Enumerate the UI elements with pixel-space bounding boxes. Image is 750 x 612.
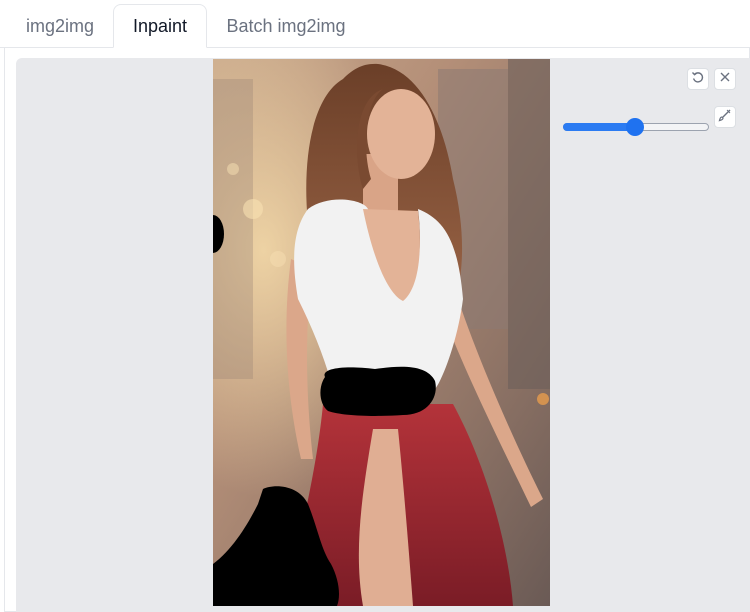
tab-batch-img2img[interactable]: Batch img2img: [214, 4, 358, 48]
slider-thumb[interactable]: [626, 118, 644, 136]
brush-size-slider[interactable]: [563, 118, 709, 136]
brush-button[interactable]: [714, 106, 736, 128]
slider-fill: [563, 123, 635, 131]
tab-img2img[interactable]: img2img: [12, 4, 108, 48]
tab-bar: img2img Inpaint Batch img2img: [0, 0, 750, 48]
brush-icon: [718, 108, 732, 127]
close-icon: [718, 70, 732, 89]
undo-icon: [691, 70, 705, 89]
tab-inpaint[interactable]: Inpaint: [113, 4, 207, 48]
undo-button[interactable]: [687, 68, 709, 90]
inpaint-image[interactable]: [213, 59, 550, 606]
clear-button[interactable]: [714, 68, 736, 90]
